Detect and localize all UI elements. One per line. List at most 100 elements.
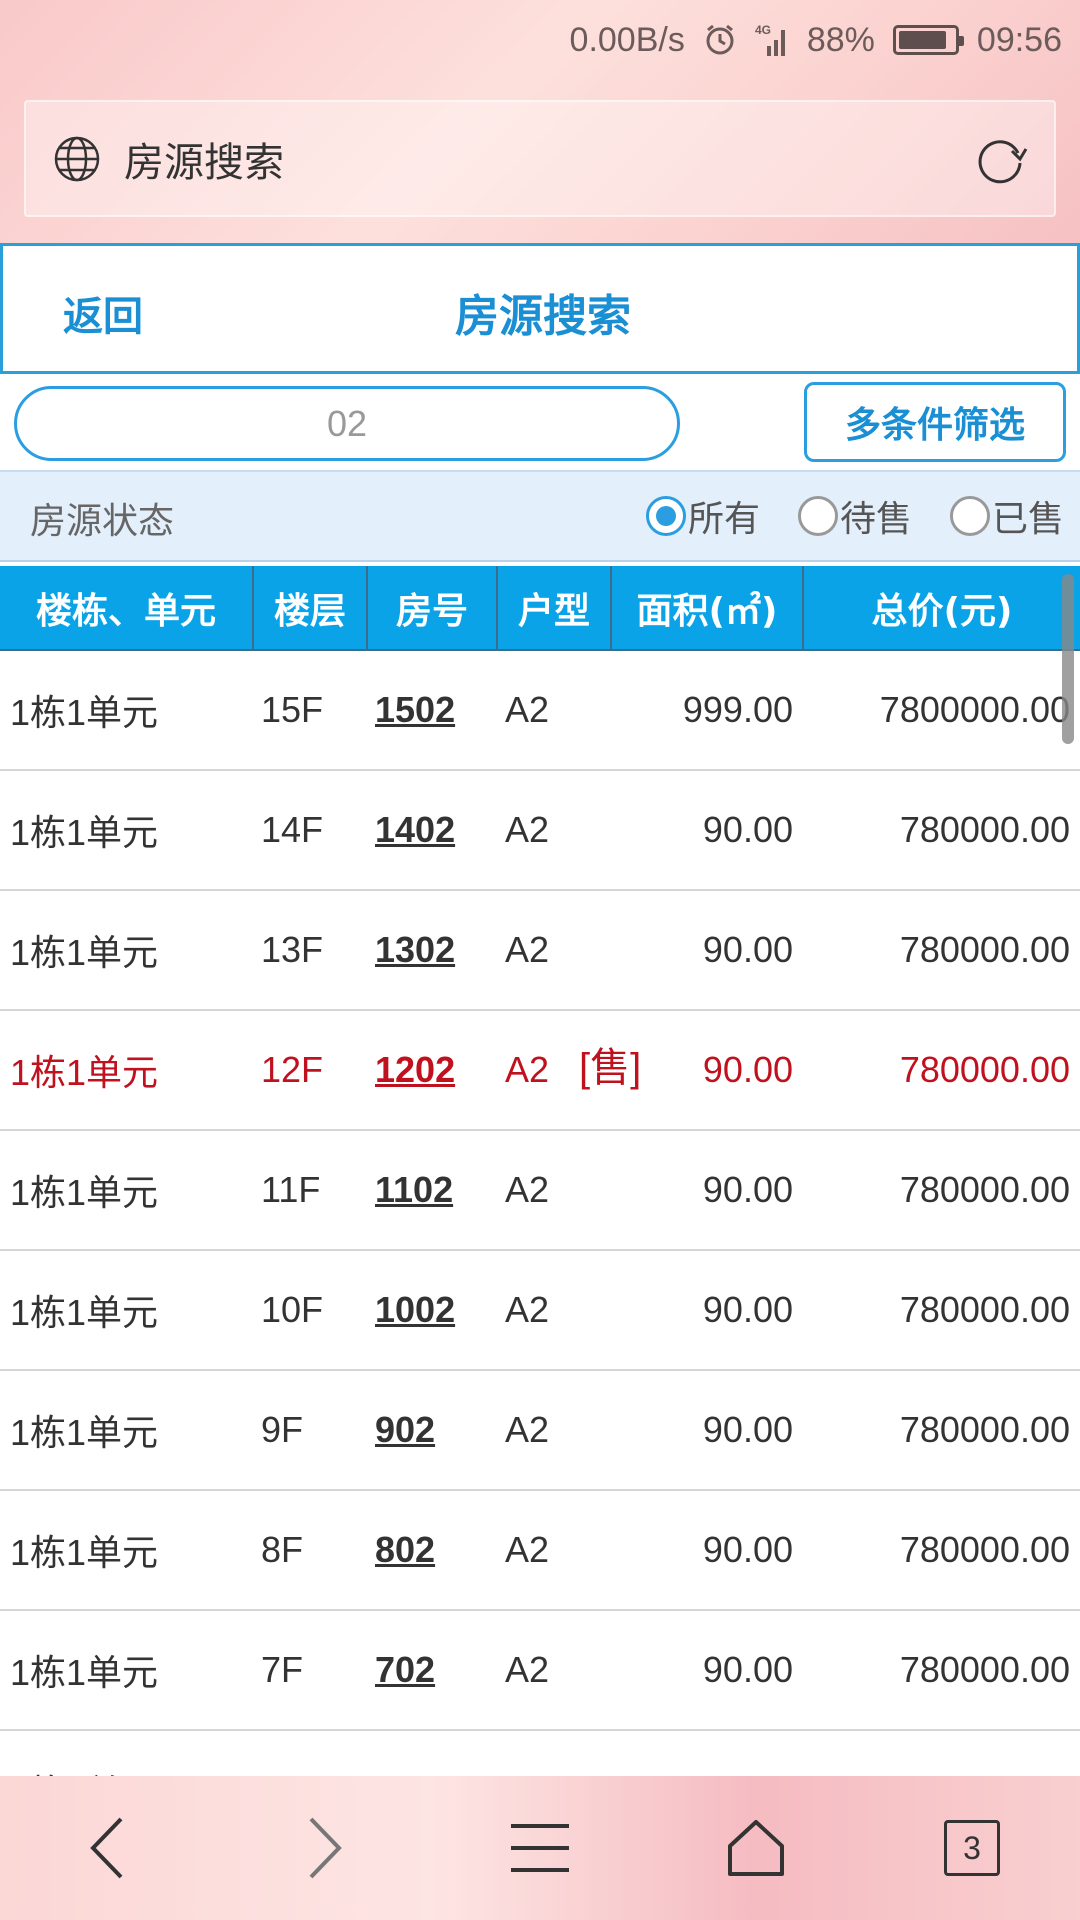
cell-building-text: 1栋1单元 <box>10 1292 159 1333</box>
cell-room[interactable]: 1302 <box>367 890 497 1011</box>
cell-building-text: 1栋1单元 <box>10 812 159 853</box>
cell-building: 1栋1单元 <box>0 1010 253 1131</box>
table-row[interactable]: 1栋1单元 15F 1502 A2 999.00 7800000.00 <box>0 650 1080 771</box>
cell-room[interactable]: 1102 <box>367 1130 497 1251</box>
cell-floor-text: 15F <box>261 689 324 730</box>
cell-type: A2 <box>497 1730 611 1776</box>
cell-floor: 9F <box>253 1370 367 1491</box>
table-row[interactable]: 1栋1单元 14F 1402 A2 90.00 780000.00 <box>0 770 1080 891</box>
cell-floor-text: 6F <box>261 1769 303 1776</box>
clock: 09:56 <box>976 20 1062 59</box>
table-row[interactable]: 1栋1单元 11F 1102 A2 90.00 780000.00 <box>0 1130 1080 1251</box>
radio-sold-dot[interactable] <box>949 496 990 536</box>
cell-room-text: 1102 <box>375 1169 454 1210</box>
cell-type-text: A2 <box>505 1409 550 1450</box>
table-row[interactable]: 1栋1单元 7F 702 A2 90.00 780000.00 <box>0 1610 1080 1731</box>
cell-area: [售] 90.00 <box>579 1010 803 1131</box>
cell-building: 1栋1单元 <box>0 650 253 771</box>
radio-for-sale[interactable]: 待售 <box>797 490 912 542</box>
cell-room-text: 1402 <box>375 809 456 850</box>
alarm-icon <box>703 23 737 57</box>
radio-sold[interactable]: 已售 <box>949 490 1064 542</box>
cell-room-text: 602 <box>375 1769 435 1776</box>
table-row[interactable]: 1栋1单元 8F 802 A2 90.00 780000.00 <box>0 1490 1080 1611</box>
forward-nav-button[interactable] <box>269 1793 379 1903</box>
cell-room-text: 1502 <box>375 689 456 730</box>
cell-room[interactable]: 802 <box>367 1490 497 1611</box>
radio-sold-label: 已售 <box>991 499 1064 540</box>
table-row[interactable]: 1栋1单元 9F 902 A2 90.00 780000.00 <box>0 1370 1080 1491</box>
multi-filter-button[interactable]: 多条件筛选 <box>804 382 1066 462</box>
cell-building-text: 1栋1单元 <box>10 1172 159 1213</box>
cell-area: 90.00 <box>611 1370 803 1491</box>
cell-room[interactable]: 702 <box>367 1610 497 1731</box>
radio-for-sale-dot[interactable] <box>797 496 838 536</box>
table-header-row: 楼栋、单元 楼层 房号 户型 面积(㎡) 总价(元) <box>0 566 1080 651</box>
cell-room[interactable]: 1002 <box>367 1250 497 1371</box>
status-filter: 房源状态 所有 待售 已售 <box>0 470 1080 562</box>
search-input[interactable] <box>14 386 680 461</box>
cell-building-text: 1栋1单元 <box>10 1652 159 1693</box>
cell-floor-text: 12F <box>261 1049 324 1090</box>
cell-price-text: 780000.00 <box>899 1649 1070 1690</box>
col-header-room[interactable]: 房号 <box>367 566 498 651</box>
col-header-type[interactable]: 户型 <box>497 566 612 651</box>
radio-for-sale-label: 待售 <box>839 499 912 540</box>
battery-percent: 88% <box>806 20 875 59</box>
cell-building: 1栋1单元 <box>0 1250 253 1371</box>
cell-floor-text: 13F <box>261 929 324 970</box>
cell-area-text: 90.00 <box>702 1649 793 1690</box>
cell-building-text: 1栋1单元 <box>10 692 159 733</box>
listing-table-container[interactable]: 楼栋、单元 楼层 房号 户型 面积(㎡) 总价(元) 1栋1单元 15F 1502 A… <box>0 566 1080 1776</box>
radio-all[interactable]: 所有 <box>645 490 760 542</box>
col-header-building[interactable]: 楼栋、单元 <box>0 566 254 651</box>
signal-icon: 4G <box>755 22 789 58</box>
cell-room[interactable]: 1402 <box>367 770 497 891</box>
col-header-floor[interactable]: 楼层 <box>253 566 368 651</box>
cell-type: A2 <box>497 770 611 891</box>
browser-address-bar[interactable]: 房源搜索 <box>24 100 1056 217</box>
tabs-button[interactable]: 3 <box>917 1793 1027 1903</box>
menu-button[interactable] <box>485 1793 595 1903</box>
cell-area: 90.00 <box>611 1250 803 1371</box>
table-row[interactable]: 1栋1单元 10F 1002 A2 90.00 780000.00 <box>0 1250 1080 1371</box>
cell-floor-text: 7F <box>261 1649 304 1690</box>
table-row[interactable]: 1栋1单元 12F 1202 A2 [售] 90.00 780000.00 <box>0 1010 1080 1131</box>
page-title: 房源搜索 <box>455 291 631 342</box>
cell-room[interactable]: 902 <box>367 1370 497 1491</box>
cell-area-text: 90.00 <box>702 809 793 850</box>
cell-type: A2 <box>497 1130 611 1251</box>
cell-room[interactable]: 602 <box>367 1730 497 1776</box>
cell-room[interactable]: 1202 <box>367 1010 497 1131</box>
cell-floor: 6F <box>253 1730 367 1776</box>
cell-type-text: A2 <box>505 1769 549 1776</box>
cell-room[interactable]: 1502 <box>367 650 497 771</box>
cell-type: A2 <box>497 1490 611 1611</box>
refresh-icon[interactable] <box>972 131 1028 187</box>
cell-area: 90.00 <box>611 1130 803 1251</box>
cell-area-text: 90.00 <box>702 1049 793 1090</box>
cell-building-text: 1栋1单元 <box>10 1412 159 1453</box>
table-row[interactable]: 1栋1单元 6F 602 A2 90.00 780000.00 <box>0 1730 1080 1776</box>
cell-area-text: 90.00 <box>702 1289 793 1330</box>
cell-type: A2 <box>497 1250 611 1371</box>
cell-type-text: A2 <box>505 689 550 730</box>
cell-room-text: 1202 <box>375 1049 456 1090</box>
cell-building: 1栋1单元 <box>0 770 253 891</box>
cell-type-text: A2 <box>505 929 550 970</box>
home-button[interactable] <box>701 1793 811 1903</box>
radio-all-dot[interactable] <box>645 496 686 536</box>
col-header-price[interactable]: 总价(元) <box>803 566 1080 651</box>
cell-price: 780000.00 <box>803 1490 1080 1611</box>
cell-price: 780000.00 <box>803 1010 1080 1131</box>
chevron-right-icon <box>309 1817 342 1879</box>
table-scrollbar[interactable] <box>1062 574 1074 744</box>
cell-area-text: 999.00 <box>682 689 793 730</box>
back-nav-button[interactable] <box>53 1793 163 1903</box>
col-header-area[interactable]: 面积(㎡) <box>611 566 804 651</box>
cell-area: 90.00 <box>611 1610 803 1731</box>
chevron-left-icon <box>90 1817 123 1879</box>
cell-price: 780000.00 <box>803 1370 1080 1491</box>
table-row[interactable]: 1栋1单元 13F 1302 A2 90.00 780000.00 <box>0 890 1080 1011</box>
cell-price: 780000.00 <box>803 1730 1080 1776</box>
